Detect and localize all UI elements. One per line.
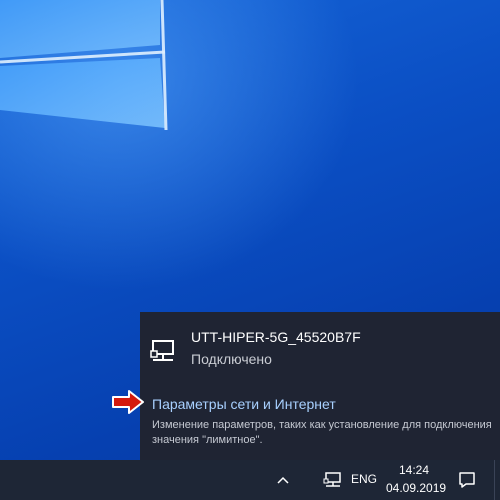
network-name: UTT-HIPER-5G_45520B7F xyxy=(191,329,361,345)
ethernet-network-icon xyxy=(150,340,174,361)
network-icon[interactable] xyxy=(322,470,344,490)
show-desktop-button[interactable] xyxy=(494,460,500,500)
network-settings-link[interactable]: Параметры сети и Интернет xyxy=(152,396,336,412)
chevron-up-icon[interactable] xyxy=(272,470,294,490)
network-connection-item[interactable]: UTT-HIPER-5G_45520B7F Подключено xyxy=(140,312,500,372)
network-flyout: UTT-HIPER-5G_45520B7F Подключено Парамет… xyxy=(140,312,500,460)
windows-logo-wallpaper xyxy=(0,0,168,131)
clock-date[interactable]: 04.09.2019 xyxy=(386,481,446,495)
network-status: Подключено xyxy=(191,351,272,367)
action-center-icon[interactable] xyxy=(456,470,478,490)
taskbar: ENG 14:24 04.09.2019 xyxy=(0,460,500,500)
language-indicator[interactable]: ENG xyxy=(351,472,377,486)
clock-time[interactable]: 14:24 xyxy=(388,463,440,477)
network-settings-description: Изменение параметров, таких как установл… xyxy=(152,419,492,446)
red-arrow-icon xyxy=(112,390,144,414)
